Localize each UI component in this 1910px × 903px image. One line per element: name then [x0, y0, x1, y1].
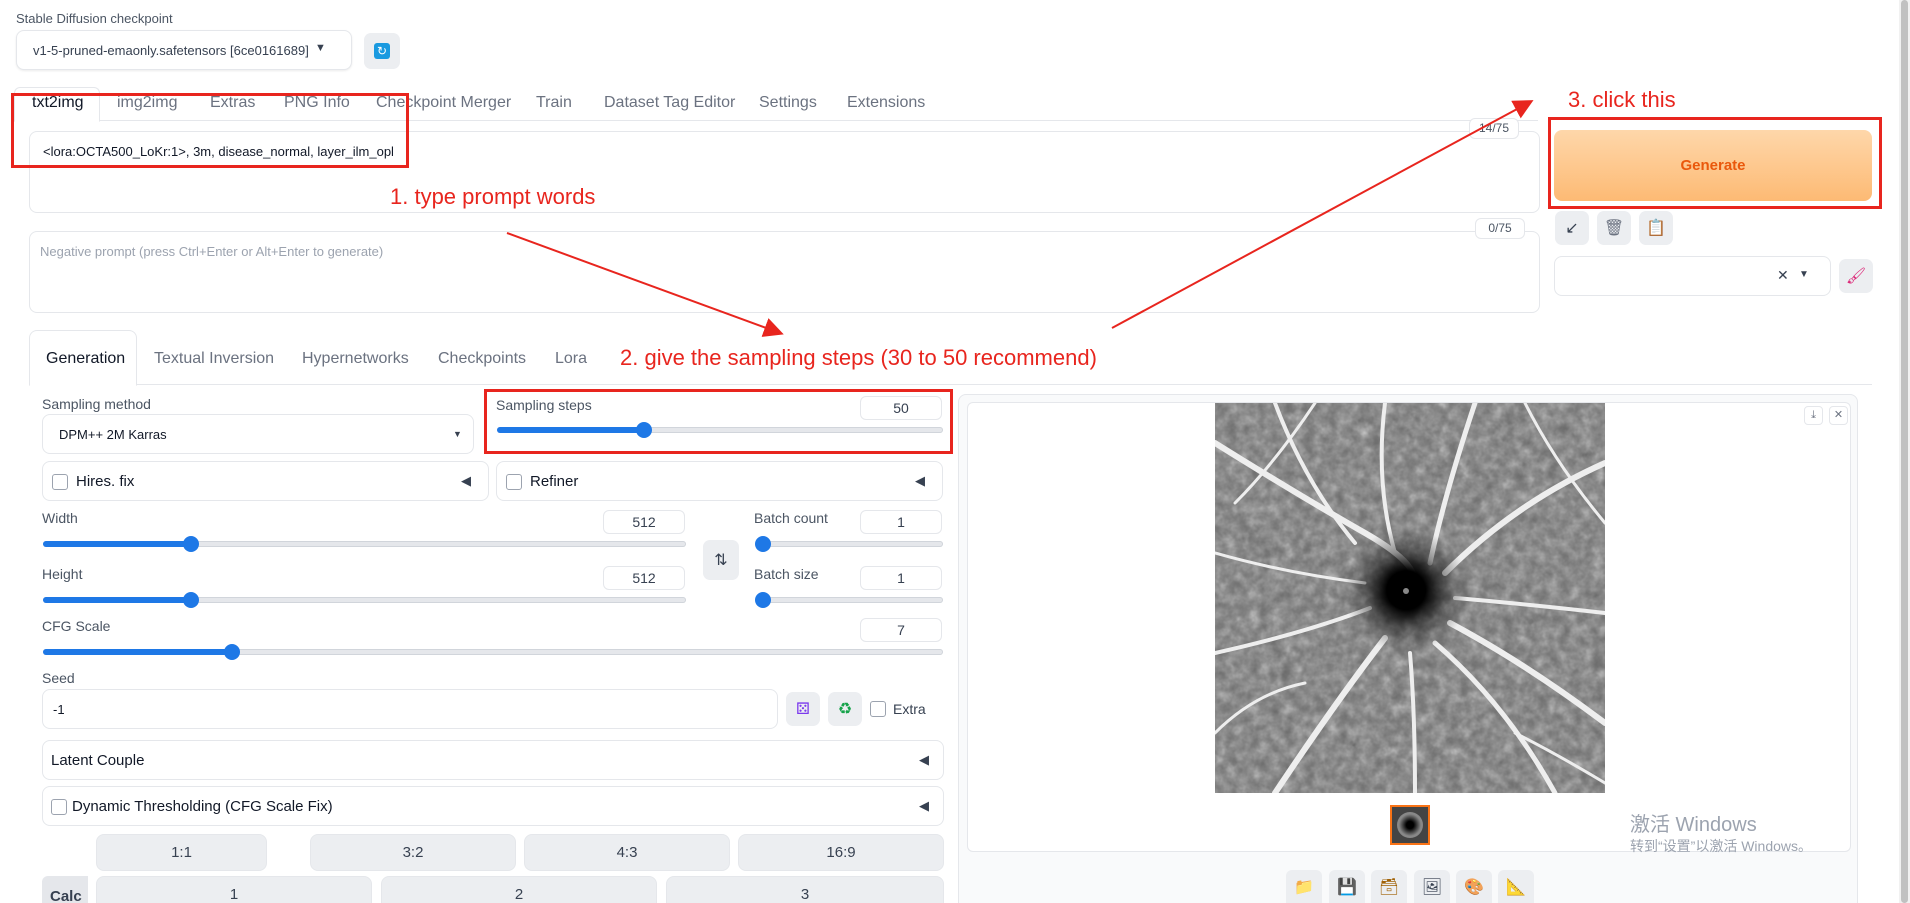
arrow-to-steps [506, 232, 784, 337]
arrow-to-generate [1111, 100, 1534, 329]
annotation-arrows [506, 100, 1534, 337]
